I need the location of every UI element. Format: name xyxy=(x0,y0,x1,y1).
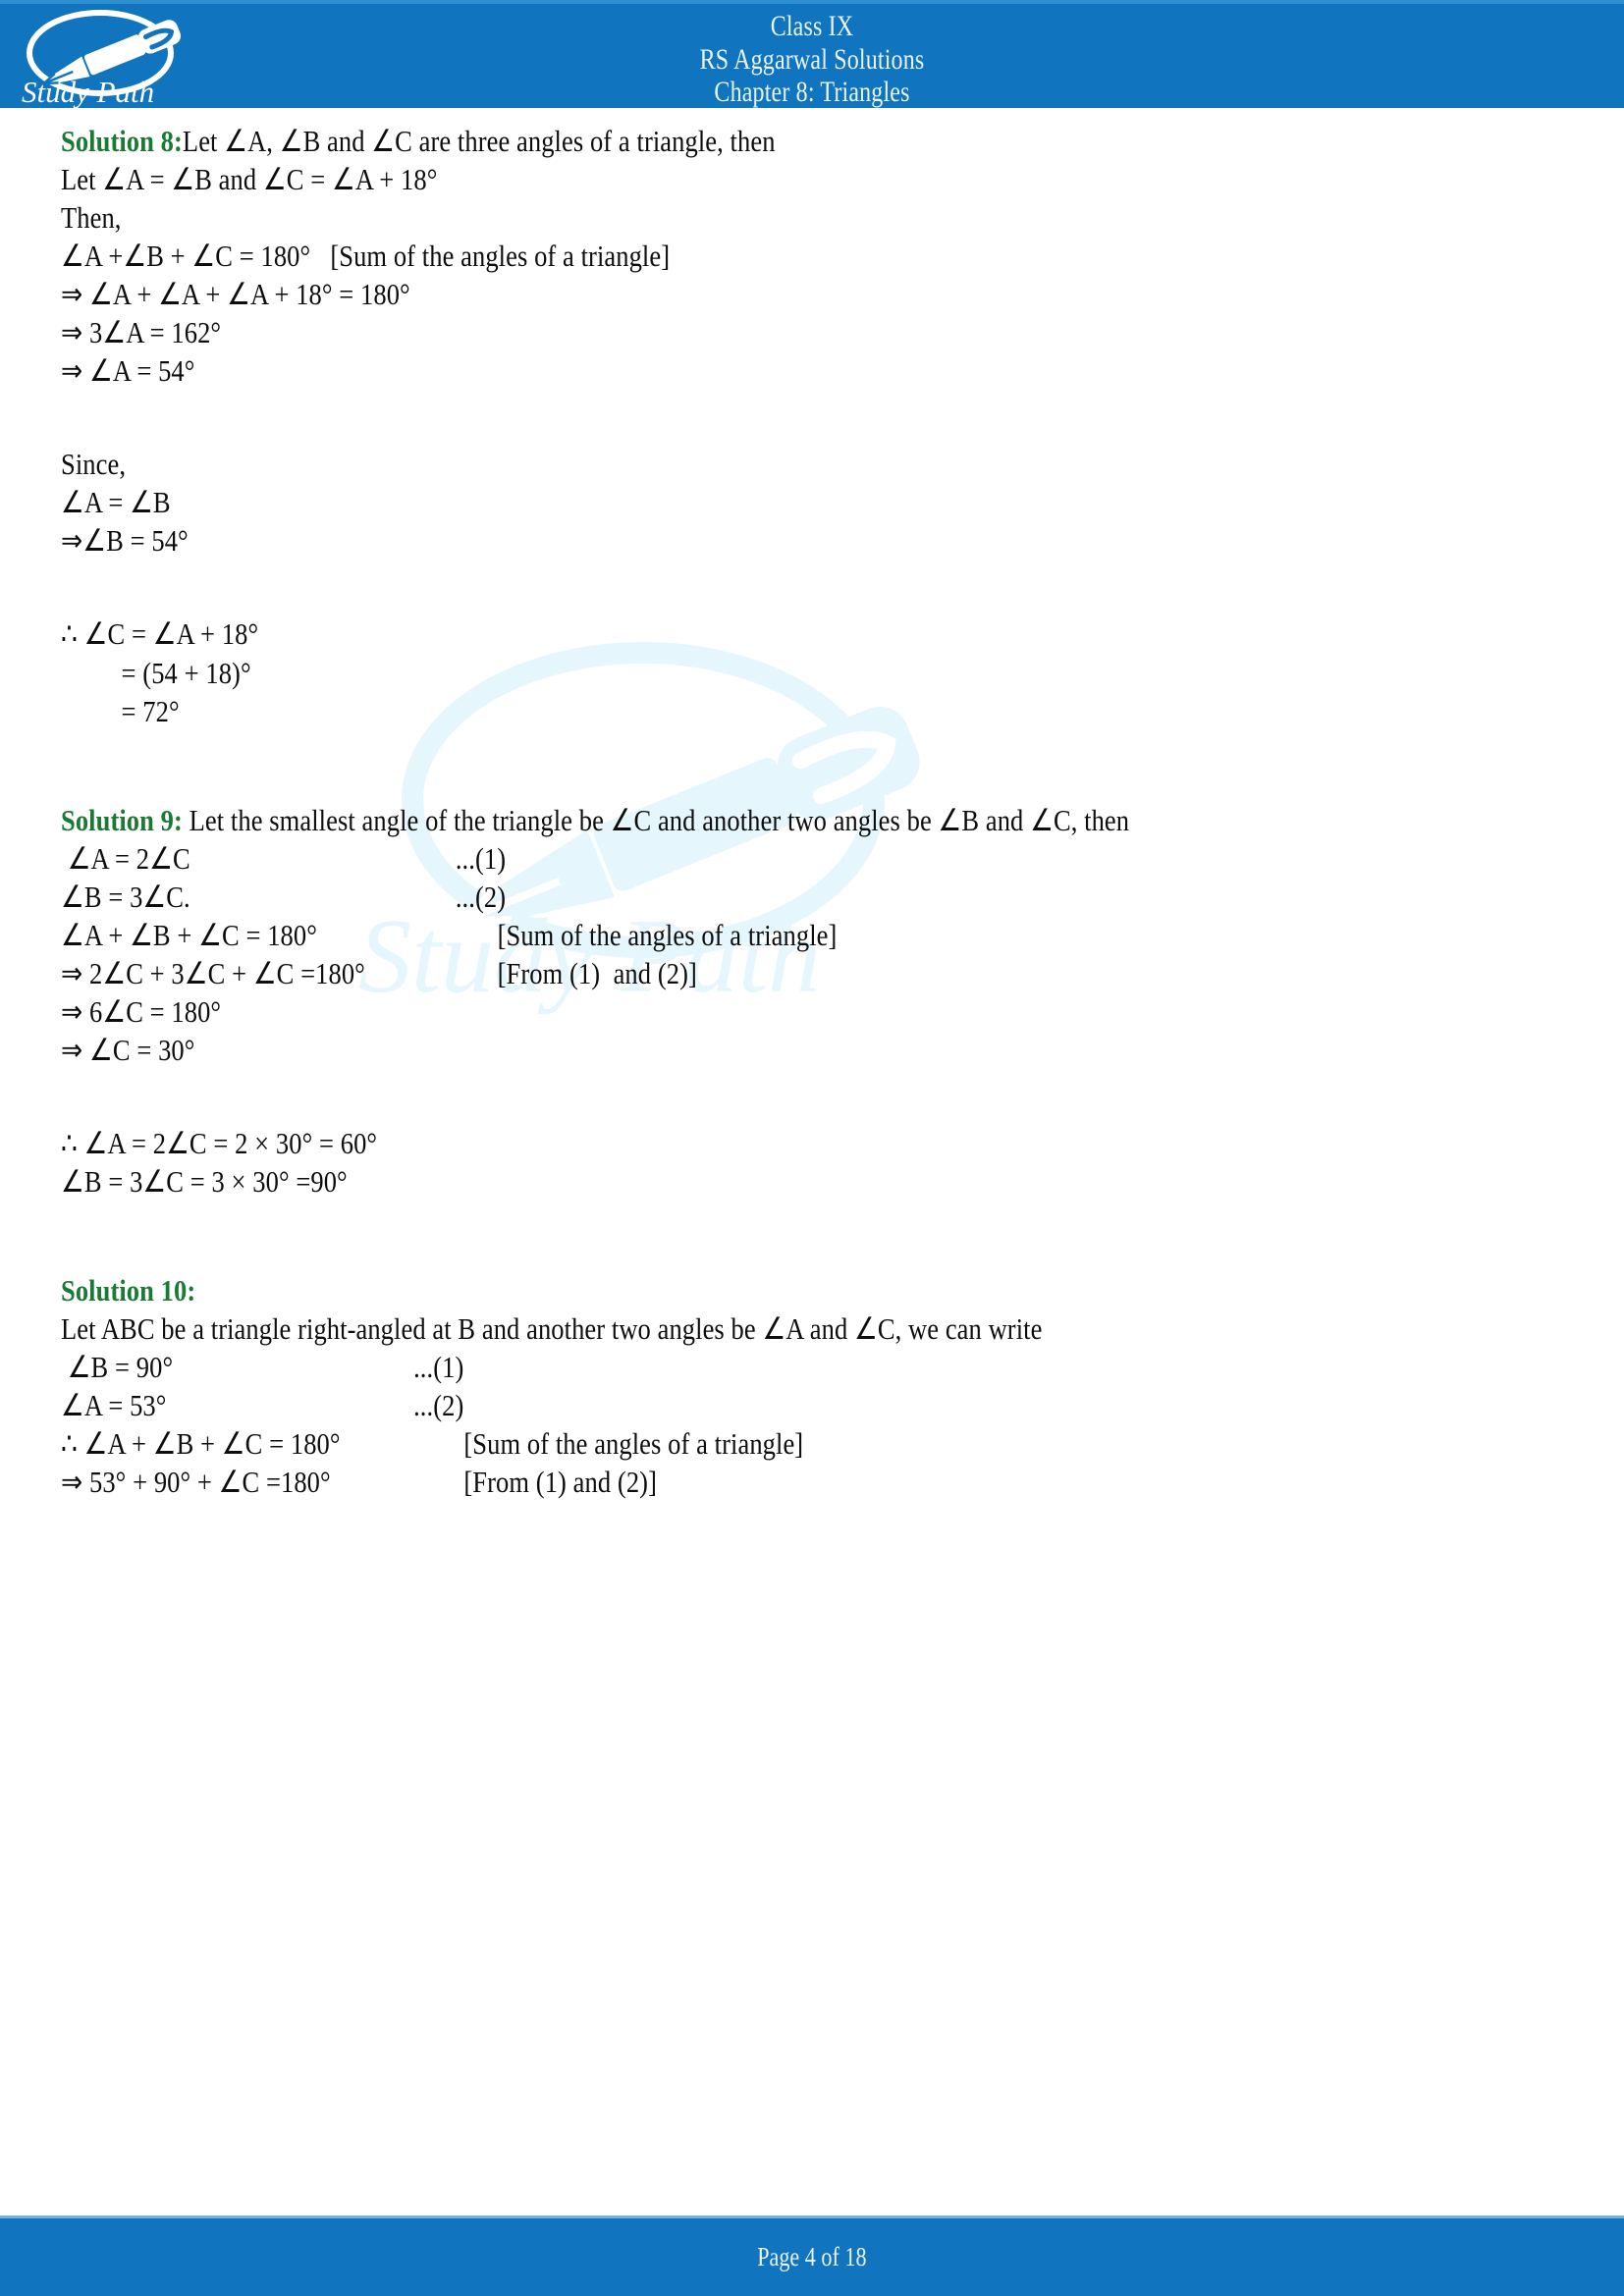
page-body: Study Path Solution 8:Let ∠A, ∠B and ∠C … xyxy=(0,108,1624,2296)
solution-8-line-12: = 72° xyxy=(121,693,180,728)
solution-10-line-1: Let ABC be a triangle right-angled at B … xyxy=(61,1311,1043,1347)
solution-9-line-3-left: ∠A + ∠B + ∠C = 180° xyxy=(61,917,317,952)
solution-9-line-6: ⇒ ∠C = 30° xyxy=(61,1032,195,1067)
page-header: Study Path Class IX RS Aggarwal Solution… xyxy=(0,0,1624,109)
solution-9-line-1: ∠A = 2∠C ...(1) xyxy=(61,839,1564,878)
solution-9-line-2: ∠B = 3∠C. ...(2) xyxy=(61,878,1564,916)
solution-8-heading: Solution 8:Let ∠A, ∠B and ∠C are three a… xyxy=(61,122,1564,160)
solution-9-line-2-left: ∠B = 3∠C. xyxy=(61,879,190,914)
solution-10-line-3-ref: ...(2) xyxy=(413,1388,464,1423)
solution-10-line-4-left: ∴ ∠A + ∠B + ∠C = 180° xyxy=(61,1426,341,1462)
solution-8-label: Solution 8: xyxy=(61,124,183,158)
solution-10-line-2-left: ∠B = 90° xyxy=(61,1350,174,1385)
solution-10-line-4: ∴ ∠A + ∠B + ∠C = 180° [Sum of the angles… xyxy=(61,1424,1564,1463)
solution-8-line-10: ∴ ∠C = ∠A + 18° xyxy=(61,616,259,652)
solution-10-line-2-ref: ...(1) xyxy=(413,1350,464,1385)
document-page: Study Path Class IX RS Aggarwal Solution… xyxy=(0,0,1624,2296)
solution-9-line-4: ⇒ 2∠C + 3∠C + ∠C =180° [From (1) and (2)… xyxy=(61,954,1564,992)
header-class-line: Class IX xyxy=(770,10,854,42)
solution-8-line-1: Let ∠A = ∠B and ∠C = ∠A + 18° xyxy=(61,162,438,197)
solution-10-line-5-left: ⇒ 53° + 90° + ∠C =180° xyxy=(61,1465,331,1500)
solution-9-line-3: ∠A + ∠B + ∠C = 180° [Sum of the angles o… xyxy=(61,916,1564,954)
page-footer: Page 4 of 18 xyxy=(0,2216,1624,2296)
solution-8-line-3: ∠A +∠B + ∠C = 180° [Sum of the angles of… xyxy=(61,239,671,274)
solution-10-line-5: ⇒ 53° + 90° + ∠C =180° [From (1) and (2)… xyxy=(61,1463,1564,1501)
solution-9-line-8: ∠B = 3∠C = 3 × 30° =90° xyxy=(61,1163,348,1199)
header-chapter-line: Chapter 8: Triangles xyxy=(714,76,910,109)
solution-10-line-3-left: ∠A = 53° xyxy=(61,1388,167,1423)
solution-9-line-7: ∴ ∠A = 2∠C = 2 × 30° = 60° xyxy=(61,1125,378,1160)
solution-8-line-5: ⇒ 3∠A = 162° xyxy=(61,315,222,350)
solution-8-line-9: ⇒∠B = 54° xyxy=(61,523,189,559)
solution-9-line-1-ref: ...(1) xyxy=(455,840,507,876)
solution-9-line-2-ref: ...(2) xyxy=(455,879,507,914)
header-book-line: RS Aggarwal Solutions xyxy=(699,42,925,76)
solution-9-line-5: ⇒ 6∠C = 180° xyxy=(61,993,222,1029)
solution-8-line-4: ⇒ ∠A + ∠A + ∠A + 18° = 180° xyxy=(61,277,410,312)
solution-10-line-3: ∠A = 53° ...(2) xyxy=(61,1386,1564,1424)
page-indicator: Page 4 of 18 xyxy=(757,2242,867,2271)
solution-10-label: Solution 10: xyxy=(61,1273,196,1308)
solution-8-intro: Let ∠A, ∠B and ∠C are three angles of a … xyxy=(182,124,776,158)
solution-8-line-2: Then, xyxy=(61,200,122,236)
solution-10-line-4-note: [Sum of the angles of a triangle] xyxy=(463,1426,804,1462)
solution-8-line-6: ⇒ ∠A = 54° xyxy=(61,353,195,389)
solution-9-line-3-note: [Sum of the angles of a triangle] xyxy=(497,917,838,952)
solution-9-line-4-note: [From (1) and (2)] xyxy=(497,955,697,990)
solution-8-line-11: = (54 + 18)° xyxy=(121,655,251,690)
solutions-content: Solution 8:Let ∠A, ∠B and ∠C are three a… xyxy=(61,122,1563,1501)
solution-8-line-7: Since, xyxy=(61,447,127,482)
solution-9-line-1-left: ∠A = 2∠C xyxy=(61,840,190,876)
solution-9-intro: Let the smallest angle of the triangle b… xyxy=(182,802,1130,837)
solution-9-heading: Solution 9: Let the smallest angle of th… xyxy=(61,801,1564,839)
solution-9-line-4-left: ⇒ 2∠C + 3∠C + ∠C =180° xyxy=(61,955,365,990)
solution-10-heading: Solution 10: xyxy=(61,1271,1564,1309)
header-title-block: Class IX RS Aggarwal Solutions Chapter 8… xyxy=(0,10,1624,109)
solution-10-line-5-note: [From (1) and (2)] xyxy=(463,1465,657,1500)
solution-10-line-2: ∠B = 90° ...(1) xyxy=(61,1348,1564,1386)
solution-9-label: Solution 9: xyxy=(61,802,183,837)
solution-8-line-8: ∠A = ∠B xyxy=(61,485,171,520)
